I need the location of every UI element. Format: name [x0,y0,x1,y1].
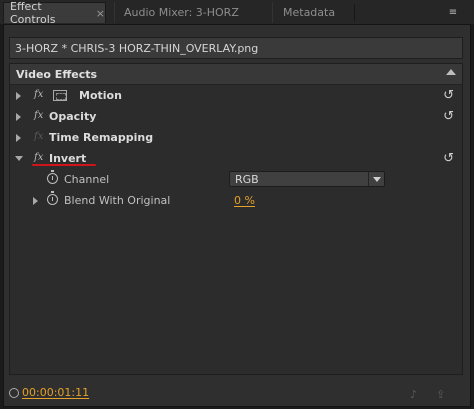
reset-icon[interactable]: ↺ [443,88,454,103]
fx-toggle-icon[interactable]: fx [34,89,43,100]
effect-row-motion[interactable]: fx Motion ↺ [10,85,462,106]
reset-icon[interactable]: ↺ [443,109,454,124]
panel-menu-icon[interactable]: ≡ [442,6,464,19]
channel-select[interactable]: RGB [229,171,385,187]
timecode[interactable]: 00:00:01:11 [22,386,89,399]
param-row-blend: Blend With Original 0 % [10,190,462,211]
tab-effect-controls-label: Effect Controls [10,0,56,26]
panel-tab-bar: Effect Controls × Audio Mixer: 3-HORZ Me… [0,0,474,26]
param-row-channel: Channel RGB [10,169,462,190]
fx-toggle-icon: fx [34,131,44,142]
effect-name: Opacity [49,110,97,123]
tab-audio-mixer[interactable]: Audio Mixer: 3-HORZ [114,2,264,23]
expand-arrow-icon[interactable] [16,92,21,100]
chevron-down-icon[interactable] [368,172,384,186]
effect-row-invert[interactable]: fx Invert ↺ [10,148,462,169]
fx-toggle-icon[interactable]: fx [34,110,43,121]
tab-effect-controls[interactable]: Effect Controls × [3,0,106,26]
annotation-underline [32,164,96,166]
tab-metadata[interactable]: Metadata [272,2,346,23]
param-label: Channel [64,173,110,186]
fx-toggle-icon[interactable]: fx [34,152,43,163]
effect-name: Motion [79,89,122,102]
collapse-arrow-icon[interactable] [15,156,23,161]
stopwatch-icon[interactable] [47,191,58,205]
effect-row-opacity[interactable]: fx Opacity ↺ [10,106,462,127]
export-icon[interactable]: ⇪ [436,388,452,401]
clip-name-bar: 3-HORZ * CHRIS-3 HORZ-THIN_OVERLAY.png [9,37,463,59]
collapse-up-icon[interactable] [446,69,456,75]
panel-footer: 00:00:01:11 ♪ ⇪ [4,380,470,406]
expand-arrow-icon[interactable] [16,113,21,121]
blend-value[interactable]: 0 % [234,194,255,207]
video-effects-header[interactable]: Video Effects [10,64,462,85]
effects-list: Video Effects fx Motion ↺ fx Opacity ↺ f… [9,63,463,375]
stopwatch-icon[interactable] [47,170,58,184]
tab-metadata-label: Metadata [283,6,336,19]
close-icon[interactable]: × [96,7,105,20]
tab-divider [354,4,355,21]
effect-row-time-remapping[interactable]: fx Time Remapping [10,127,462,148]
clip-name: 3-HORZ * CHRIS-3 HORZ-THIN_OVERLAY.png [15,41,259,55]
section-title: Video Effects [16,67,98,81]
reset-icon[interactable]: ↺ [443,151,454,166]
effect-controls-panel: 3-HORZ * CHRIS-3 HORZ-THIN_OVERLAY.png V… [3,24,471,407]
param-label: Blend With Original [64,194,171,207]
tab-audio-mixer-label: Audio Mixer: 3-HORZ [124,6,239,19]
channel-select-value: RGB [235,172,259,186]
play-audio-icon[interactable]: ♪ [410,388,426,401]
time-icon [9,388,19,398]
transform-icon[interactable] [53,90,67,101]
expand-arrow-icon[interactable] [16,134,21,142]
expand-arrow-icon[interactable] [33,197,38,205]
effect-name: Time Remapping [49,131,154,144]
